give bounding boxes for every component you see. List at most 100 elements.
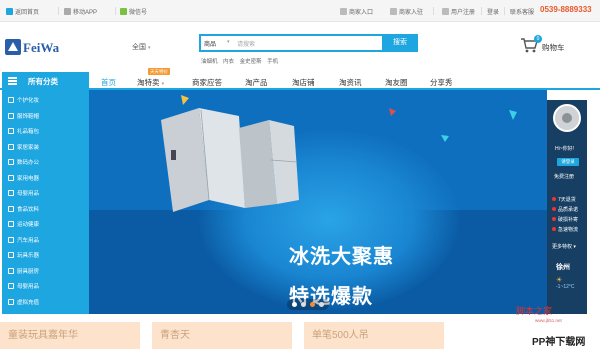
store-icon — [340, 8, 347, 15]
sidebar-category-item[interactable]: 家居家装 — [8, 143, 39, 151]
hot-word[interactable]: 手机 — [267, 59, 278, 65]
sidebar-category-item[interactable]: 玩具乐器 — [8, 251, 39, 259]
sidebar-category-item[interactable]: 汽车用品 — [8, 236, 39, 244]
cart-label: 购物车 — [542, 43, 565, 52]
wechat-link[interactable]: 微信号 — [120, 7, 147, 16]
category-icon — [8, 252, 14, 258]
promo-card[interactable]: 青杏天 — [152, 322, 292, 349]
service-item: 急速物流 — [552, 226, 578, 233]
register-link[interactable]: 用户注册 — [442, 7, 475, 16]
hot-search-words: 油烟机 内衣 金史密斯 手机 — [201, 57, 282, 65]
sidebar-category-item[interactable]: 虚拟充值 — [8, 298, 39, 306]
cart-button[interactable]: 0 购物车 — [520, 35, 590, 57]
sidebar-category-item[interactable]: 礼品箱包 — [8, 127, 39, 135]
search-button[interactable]: 搜索 — [382, 34, 418, 52]
category-icon — [8, 190, 14, 196]
service-item: 品质承诺 — [552, 206, 578, 213]
promo-banner[interactable]: 冰洗大聚惠 特选爆款 — [89, 90, 547, 314]
watermark-download: PP神下载网 — [532, 337, 586, 348]
badge-icon — [552, 197, 556, 201]
search-box: 商品 ▾ 请搜索 搜索 — [199, 34, 418, 52]
site-logo[interactable]: FeiWa — [5, 38, 70, 56]
category-icon — [8, 267, 14, 274]
category-icon — [8, 221, 14, 227]
hot-word[interactable]: 内衣 — [223, 59, 234, 65]
service-item: 破损补寄 — [552, 216, 578, 223]
hotline-number: 0539-8889333 — [540, 5, 592, 14]
chevron-down-icon: ▾ — [161, 81, 165, 87]
category-icon — [8, 236, 14, 243]
sidebar-category-item[interactable]: 母婴用品 — [8, 189, 39, 197]
nav-merchant-answer[interactable]: 商家应答 — [192, 77, 222, 88]
category-sidebar — [2, 90, 89, 314]
badge-icon — [552, 207, 556, 211]
chevron-down-icon: ▾ — [147, 45, 151, 51]
service-item: 7天退货 — [552, 196, 576, 203]
badge-icon — [552, 217, 556, 221]
nav-share-show[interactable]: 分享秀 — [430, 77, 453, 88]
sidebar-category-item[interactable]: 厨具厨房 — [8, 267, 39, 275]
nav-friends[interactable]: 淘友圈 — [385, 77, 408, 88]
category-icon — [8, 128, 14, 134]
carousel-dot[interactable] — [319, 302, 324, 307]
store-join-icon — [390, 8, 397, 15]
weather-city: 徐州 — [556, 264, 570, 271]
carousel-dot-active[interactable] — [310, 302, 315, 307]
home-link[interactable]: 返回首页 — [6, 7, 39, 16]
avatar[interactable] — [553, 104, 581, 132]
category-icon — [8, 298, 14, 305]
greeting-text: Hi~你好! — [555, 146, 575, 152]
merchant-join-link[interactable]: 商家入驻 — [390, 7, 423, 16]
contact-service-link[interactable]: 联系客服 — [510, 7, 534, 16]
nav-news[interactable]: 淘资讯 — [339, 77, 362, 88]
carousel-dots — [287, 299, 329, 310]
promo-card[interactable]: 童装玩具嘉年华 — [0, 322, 140, 349]
sidebar-category-item[interactable]: 家用电器 — [8, 174, 39, 182]
chevron-down-icon: ▾ — [227, 39, 230, 45]
search-input[interactable]: 请搜索 — [237, 39, 255, 48]
chevron-down-icon: ▾ — [573, 244, 576, 250]
sidebar-category-item[interactable]: 数码办公 — [8, 158, 39, 166]
avatar-icon — [555, 106, 579, 130]
category-icon — [8, 205, 14, 212]
sidebar-category-item[interactable]: 个护化妆 — [8, 96, 39, 104]
category-icon — [8, 112, 14, 119]
watermark-title: 脚本之家 — [516, 307, 553, 317]
user-icon — [442, 8, 449, 15]
carousel-dot[interactable] — [301, 302, 306, 307]
promo-card[interactable]: 单笔500人吊 — [304, 322, 444, 349]
sidebar-category-item[interactable]: 母婴用品 — [8, 282, 39, 290]
sidebar-category-item[interactable]: 食品饮料 — [8, 205, 39, 213]
wechat-icon — [120, 8, 127, 15]
category-icon — [8, 159, 14, 165]
category-icon — [8, 97, 14, 103]
mobile-app-link[interactable]: 移动APP — [64, 7, 97, 16]
banner-headline: 冰洗大聚惠 — [289, 246, 394, 268]
login-link[interactable]: 登录 — [487, 7, 499, 16]
daily-deal-badge: 天天特价 — [148, 68, 170, 75]
logo-text: FeiWa — [23, 40, 60, 55]
nav-special-sale[interactable]: 淘特卖 ▾ — [137, 77, 164, 88]
city-selector[interactable]: 全国 ▾ — [132, 42, 150, 52]
carousel-dot[interactable] — [292, 302, 297, 307]
weather-temp: -1~12°C — [556, 284, 575, 290]
cart-count-badge: 0 — [534, 35, 542, 43]
menu-icon — [8, 77, 17, 85]
sidebar-category-item[interactable]: 运动健康 — [8, 220, 39, 228]
free-register-link[interactable]: 免费注册 — [554, 173, 574, 180]
category-icon — [8, 143, 14, 150]
hot-word[interactable]: 油烟机 — [201, 59, 218, 65]
category-icon — [8, 283, 14, 289]
panel-login-button[interactable]: 请登录 — [557, 158, 579, 166]
sidebar-category-item[interactable]: 服饰鞋帽 — [8, 112, 39, 120]
nav-home[interactable]: 首页 — [101, 77, 116, 88]
merchant-entry-link[interactable]: 商家入口 — [340, 7, 373, 16]
hot-word[interactable]: 金史密斯 — [240, 59, 262, 65]
home-icon — [6, 8, 13, 15]
search-category-select[interactable]: 商品 — [204, 39, 216, 48]
more-privileges-link[interactable]: 更多特权 ▾ — [552, 243, 576, 250]
badge-icon — [552, 227, 556, 231]
nav-stores[interactable]: 淘店铺 — [292, 77, 315, 88]
category-icon — [8, 174, 14, 181]
nav-products[interactable]: 淘产品 — [245, 77, 268, 88]
